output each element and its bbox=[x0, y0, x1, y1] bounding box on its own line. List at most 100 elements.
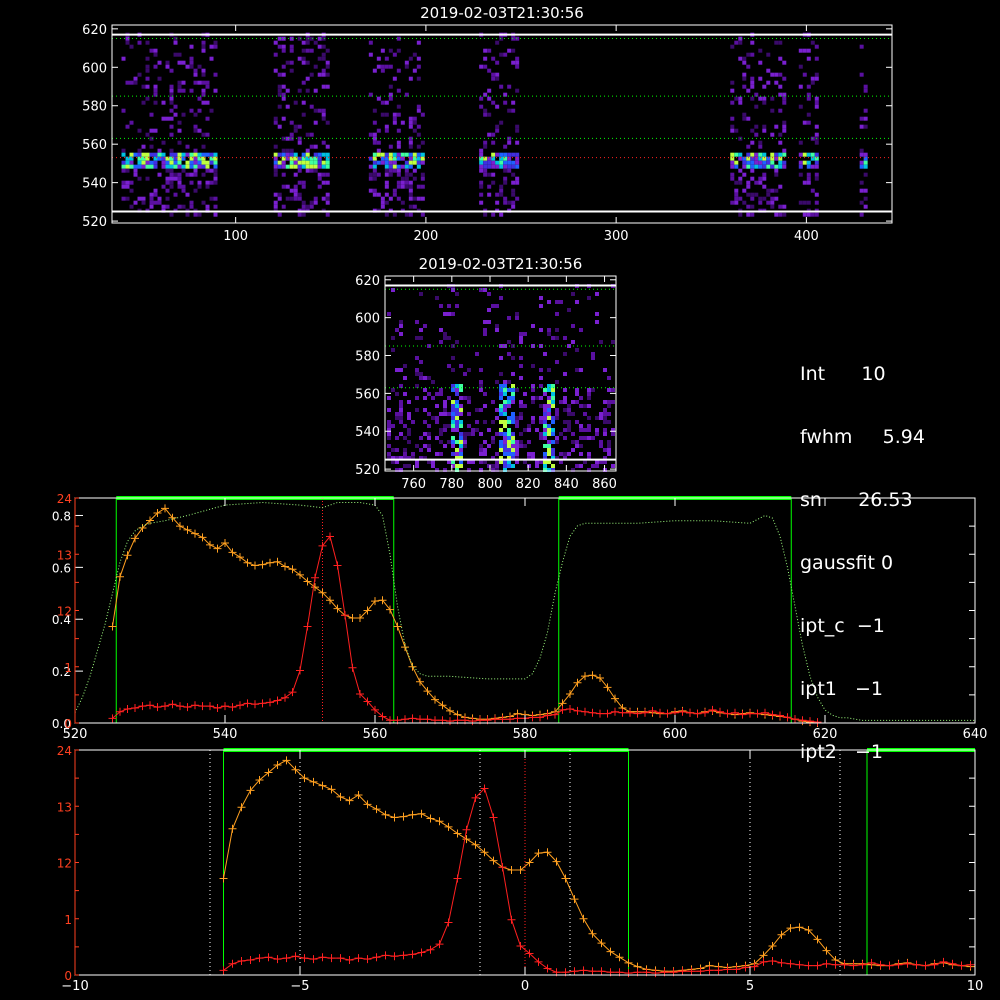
heatmap-pixel bbox=[782, 148, 787, 153]
heatmap-pixel bbox=[746, 64, 751, 69]
heatmap-pixel bbox=[372, 176, 377, 181]
heatmap-pixel bbox=[802, 212, 807, 217]
heatmap-pixel bbox=[392, 160, 397, 165]
heatmap-pixel bbox=[798, 48, 803, 53]
heatmap-pixel bbox=[567, 408, 571, 412]
heatmap-pixel bbox=[515, 196, 520, 201]
heatmap-pixel bbox=[404, 172, 409, 177]
heatmap-pixel bbox=[412, 196, 417, 201]
heatmap-pixel bbox=[443, 332, 447, 336]
heatmap-pixel bbox=[145, 84, 150, 89]
heatmap-panel-1 bbox=[384, 275, 617, 472]
heatmap-pixel bbox=[547, 416, 551, 420]
heatmap-pixel bbox=[165, 164, 170, 169]
heatmap-pixel bbox=[587, 392, 591, 396]
heatmap-pixel bbox=[297, 56, 302, 61]
heatmap-pixel bbox=[483, 140, 488, 145]
profile-point bbox=[948, 959, 957, 968]
heatmap-pixel bbox=[730, 128, 735, 133]
heatmap-pixel bbox=[301, 212, 306, 217]
heatmap-pixel bbox=[197, 212, 202, 217]
heatmap-pixel bbox=[149, 152, 154, 157]
heatmap-pixel bbox=[859, 116, 864, 121]
heatmap-pixel bbox=[399, 408, 403, 412]
heatmap-pixel bbox=[555, 380, 559, 384]
heatmap-pixel bbox=[503, 160, 508, 165]
heatmap-pixel bbox=[483, 48, 488, 53]
heatmap-pixel bbox=[443, 428, 447, 432]
heatmap-pixel bbox=[487, 428, 491, 432]
heatmap-pixel bbox=[547, 444, 551, 448]
heatmap-pixel bbox=[281, 184, 286, 189]
profile-point bbox=[435, 817, 444, 826]
profile-point bbox=[264, 953, 273, 962]
heatmap-pixel bbox=[420, 176, 425, 181]
heatmap-pixel bbox=[782, 96, 787, 101]
heatmap-pixel bbox=[774, 152, 779, 157]
heatmap-pixel bbox=[396, 128, 401, 133]
heatmap-pixel bbox=[209, 168, 214, 173]
heatmap-pixel bbox=[607, 452, 611, 456]
profile-point bbox=[138, 702, 147, 711]
heatmap-pixel bbox=[511, 400, 515, 404]
heatmap-pixel bbox=[547, 300, 551, 304]
heatmap-pixel bbox=[285, 196, 290, 201]
profile-point bbox=[885, 961, 894, 970]
heatmap-pixel bbox=[416, 76, 421, 81]
heatmap-pixel bbox=[125, 40, 130, 45]
heatmap-pixel bbox=[571, 340, 575, 344]
heatmap-pixel bbox=[420, 140, 425, 145]
heatmap-pixel bbox=[579, 428, 583, 432]
heatmap-pixel bbox=[321, 140, 326, 145]
profile-point bbox=[219, 966, 228, 975]
heatmap-pixel bbox=[173, 40, 178, 45]
heatmap-pixel bbox=[416, 124, 421, 129]
heatmap-pixel bbox=[321, 112, 326, 117]
heatmap-pixel bbox=[165, 64, 170, 69]
heatmap-pixel bbox=[531, 388, 535, 392]
heatmap-pixel bbox=[281, 160, 286, 165]
heatmap-pixel bbox=[157, 76, 162, 81]
heatmap-pixel bbox=[317, 72, 322, 77]
heatmap-pixel bbox=[579, 328, 583, 332]
heatmap-pixel bbox=[297, 192, 302, 197]
heatmap-pixel bbox=[153, 192, 158, 197]
heatmap-pixel bbox=[301, 204, 306, 209]
heatmap-pixel bbox=[511, 160, 516, 165]
heatmap-pixel bbox=[205, 184, 210, 189]
heatmap-pixel bbox=[141, 84, 146, 89]
heatmap-pixel bbox=[415, 372, 419, 376]
x-tick-label: 400 bbox=[794, 229, 819, 244]
heatmap-pixel bbox=[372, 68, 377, 73]
profile-point bbox=[408, 714, 417, 723]
heatmap-pixel bbox=[157, 148, 162, 153]
heatmap-pixel bbox=[372, 120, 377, 125]
heatmap-pixel bbox=[209, 44, 214, 49]
heatmap-pixel bbox=[491, 56, 496, 61]
x-tick-label: 580 bbox=[513, 727, 538, 742]
heatmap-pixel bbox=[281, 116, 286, 121]
heatmap-pixel bbox=[416, 196, 421, 201]
heatmap-pixel bbox=[388, 168, 393, 173]
heatmap-pixel bbox=[165, 196, 170, 201]
heatmap-pixel bbox=[543, 352, 547, 356]
heatmap-pixel bbox=[423, 420, 427, 424]
heatmap-pixel bbox=[758, 160, 763, 165]
heatmap-pixel bbox=[313, 200, 318, 205]
heatmap-pixel bbox=[404, 152, 409, 157]
heatmap-pixel bbox=[297, 212, 302, 217]
heatmap-pixel bbox=[412, 160, 417, 165]
heatmap-pixel bbox=[169, 100, 174, 105]
heatmap-pixel bbox=[181, 204, 186, 209]
profile-point bbox=[426, 814, 435, 823]
heatmap-pixel bbox=[384, 112, 389, 117]
heatmap-pixel bbox=[169, 116, 174, 121]
profile-point bbox=[588, 967, 597, 976]
y-tick-label: 600 bbox=[355, 312, 380, 327]
heatmap-pixel bbox=[396, 196, 401, 201]
heatmap-pixel bbox=[603, 412, 607, 416]
heatmap-pixel bbox=[863, 88, 868, 93]
heatmap-pixel bbox=[400, 200, 405, 205]
heatmap-pixel bbox=[798, 152, 803, 157]
heatmap-pixel bbox=[503, 176, 508, 181]
